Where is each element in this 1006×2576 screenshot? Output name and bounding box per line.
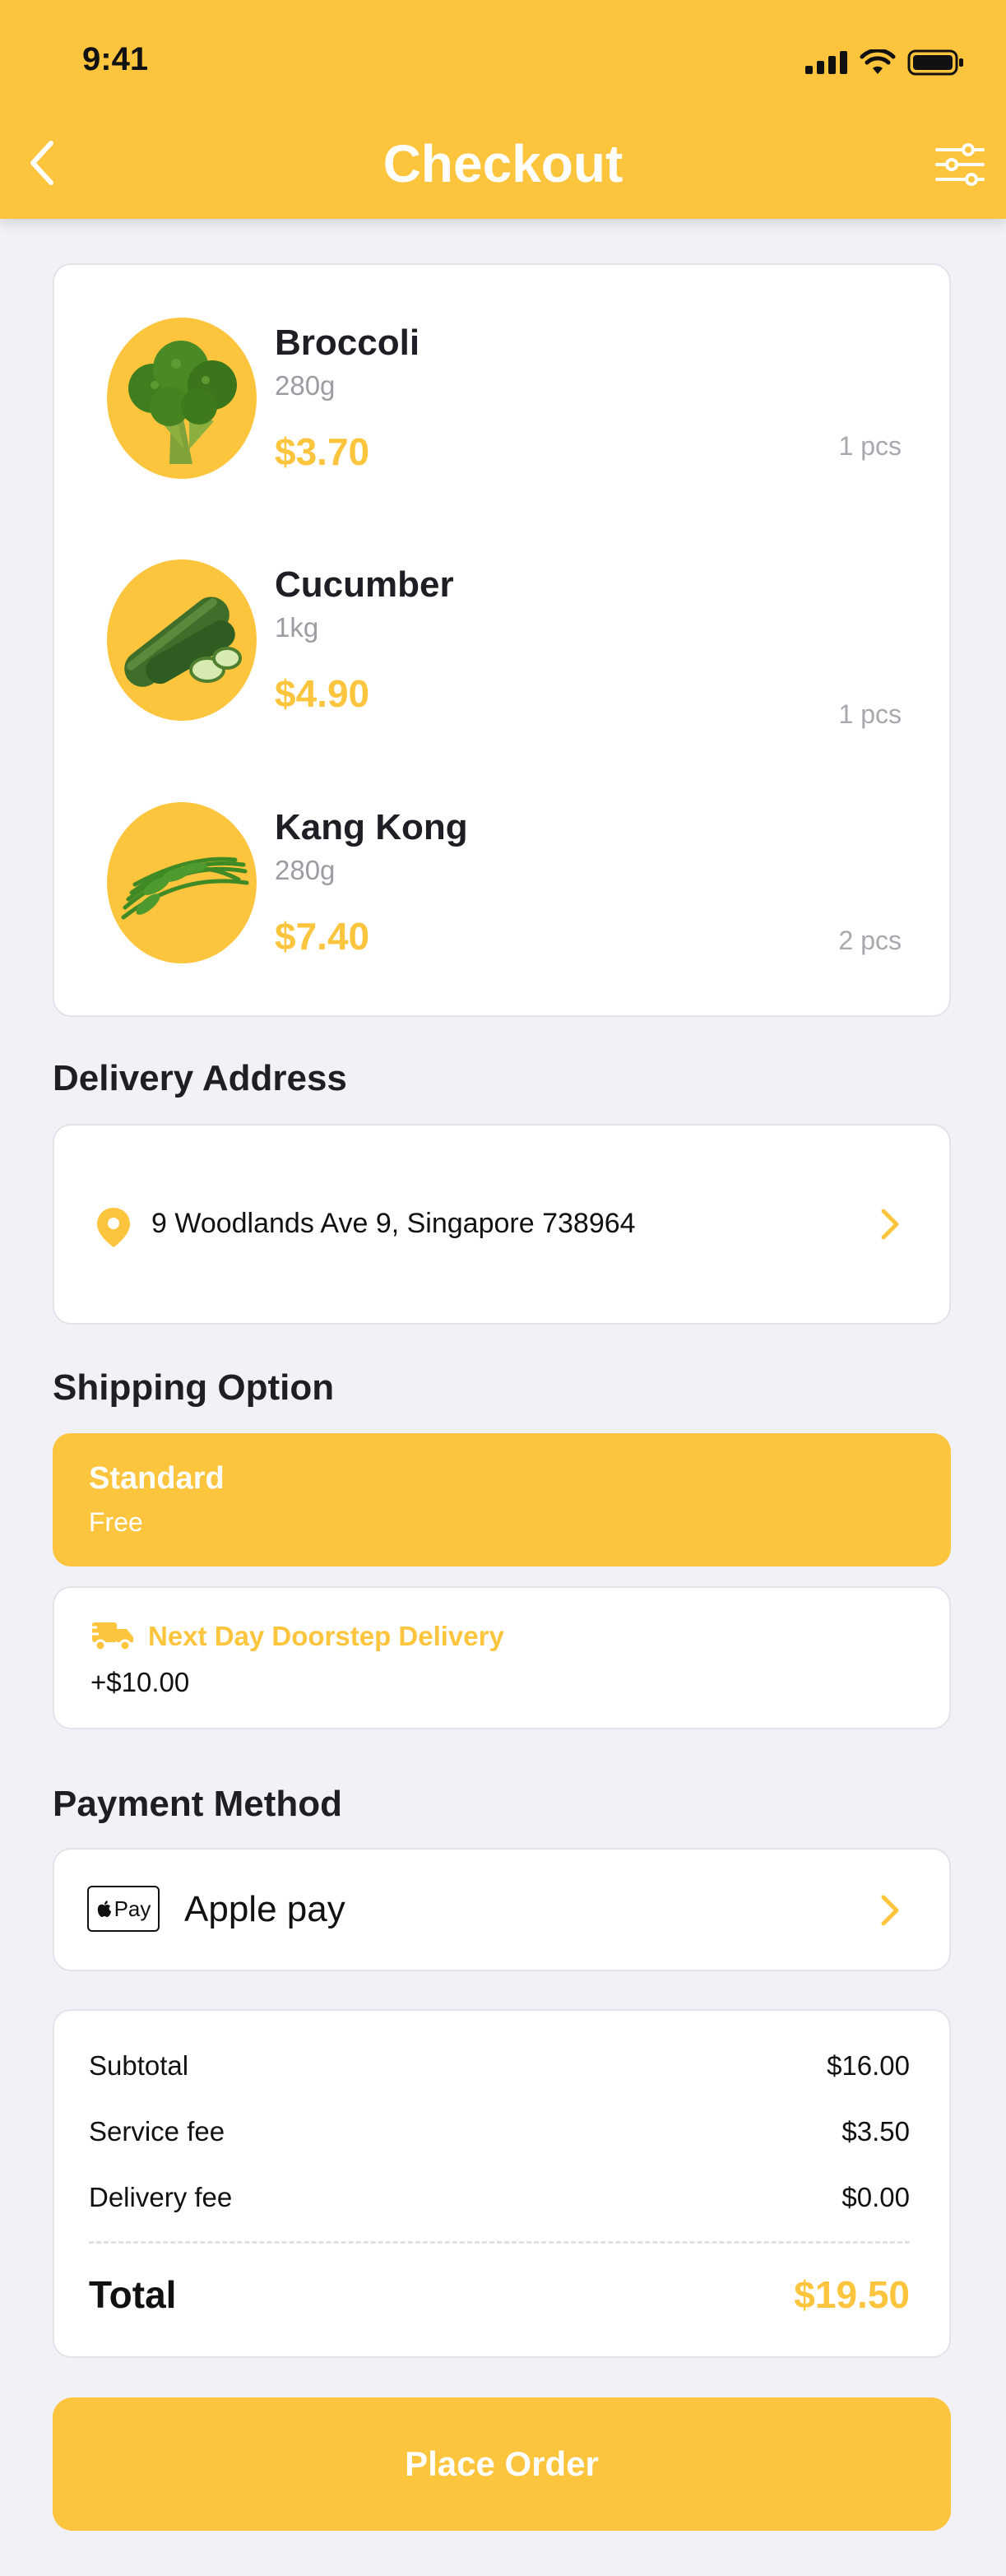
delivery-truck-icon [89,1622,133,1652]
dashed-divider [89,2241,910,2244]
shipping-option-price: +$10.00 [90,1667,190,1697]
total-label: Total [89,2273,177,2316]
item-name: Cucumber [275,564,454,605]
summary-value: $0.00 [841,2182,910,2212]
item-price: $3.70 [275,430,370,473]
filter-button[interactable] [935,142,985,188]
page-title: Checkout [382,134,624,193]
delivery-address-text: 9 Woodlands Ave 9, Singapore 738964 [151,1208,636,1239]
shipping-option-title: Shipping Option [53,1367,335,1408]
summary-row-subtotal: Subtotal $16.00 [89,2050,910,2082]
signal-icon [805,51,847,74]
item-weight: 280g [275,855,336,885]
summary-label: Subtotal [89,2050,189,2081]
shipping-option-price: Free [89,1507,143,1537]
delivery-address-card[interactable]: 9 Woodlands Ave 9, Singapore 738964 [53,1124,951,1325]
shipping-option-next-day[interactable]: Next Day Doorstep Delivery +$10.00 [53,1586,951,1729]
item-weight: 280g [275,370,336,401]
chevron-right-icon [881,1209,899,1240]
order-summary-card: Subtotal $16.00 Service fee $3.50 Delive… [53,2009,951,2358]
status-time: 9:41 [82,41,149,77]
cart-item[interactable]: Broccoli 280g $3.70 1 pcs [54,318,902,482]
summary-row-service-fee: Service fee $3.50 [89,2116,910,2147]
summary-row-delivery-fee: Delivery fee $0.00 [89,2182,910,2213]
item-quantity: 1 pcs [838,431,902,461]
shipping-option-label: Next Day Doorstep Delivery [148,1621,504,1651]
shipping-option-standard[interactable]: Standard Free [53,1433,951,1566]
item-price: $7.40 [275,915,370,958]
broccoli-image [107,318,257,479]
payment-method-title: Payment Method [53,1784,343,1824]
item-weight: 1kg [275,612,319,643]
payment-method-card[interactable]: Pay Apple pay [53,1848,951,1971]
delivery-address-title: Delivery Address [53,1058,347,1098]
payment-method-label: Apple pay [184,1889,345,1929]
kang-kong-image [107,802,257,963]
status-icons [805,49,965,76]
sliders-icon [935,143,985,186]
app-header: 9:41 Checkout [0,0,1006,219]
apple-logo-icon [97,1901,111,1917]
cucumber-image [107,559,257,721]
place-order-button[interactable]: Place Order [53,2397,951,2531]
item-name: Kang Kong [275,807,468,847]
apple-pay-badge-text: Pay [114,1896,151,1921]
item-name: Broccoli [275,323,420,363]
cart-item[interactable]: Kang Kong 280g $7.40 2 pcs [54,802,902,967]
location-pin-icon [97,1208,130,1247]
chevron-right-icon [881,1895,899,1926]
summary-value: $3.50 [841,2116,910,2147]
wifi-icon [860,49,896,74]
battery-icon [907,49,963,76]
item-price: $4.90 [275,672,370,715]
apple-pay-badge: Pay [87,1886,160,1932]
item-quantity: 1 pcs [838,699,902,729]
summary-label: Service fee [89,2116,225,2147]
summary-label: Delivery fee [89,2182,233,2212]
cart-item[interactable]: Cucumber 1kg $4.90 1 pcs [54,559,902,729]
total-value: $19.50 [794,2273,910,2316]
summary-value: $16.00 [827,2050,910,2081]
shipping-option-label: Standard [89,1461,225,1496]
item-quantity: 2 pcs [838,926,902,955]
